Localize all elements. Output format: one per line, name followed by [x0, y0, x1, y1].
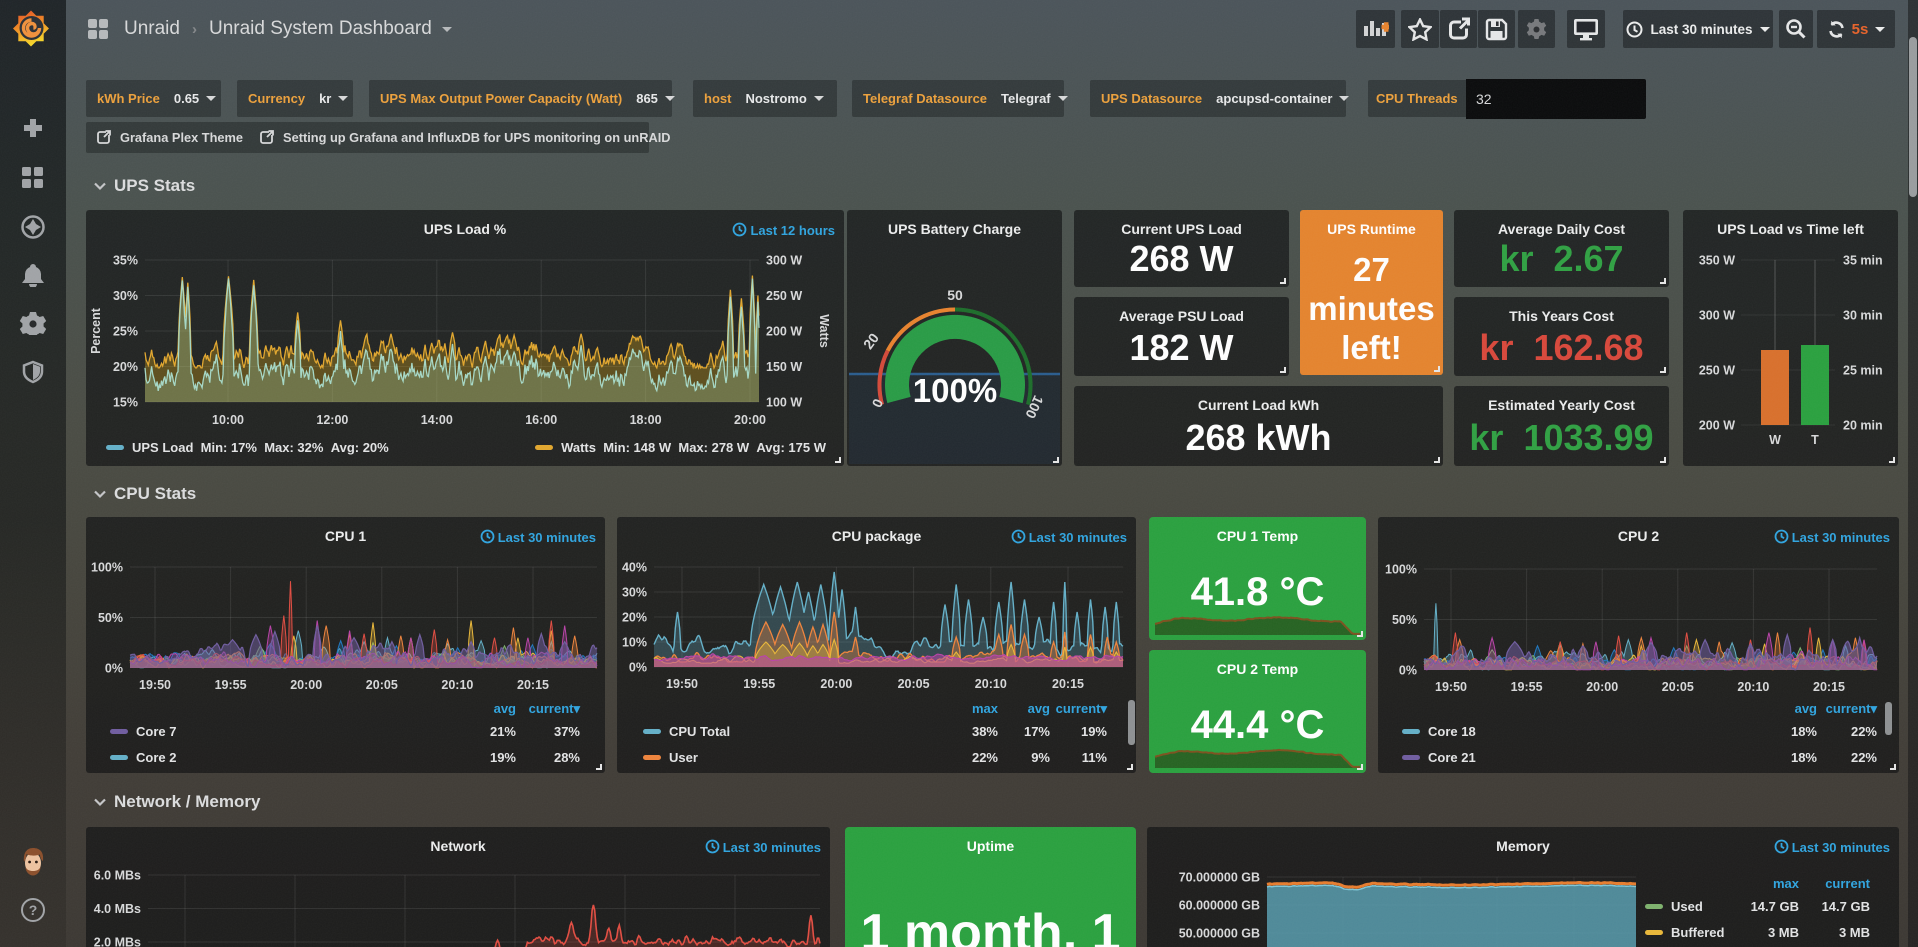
svg-text:20: 20: [860, 330, 882, 352]
svg-text:20:15: 20:15: [1813, 680, 1845, 694]
svg-text:30%: 30%: [113, 289, 138, 303]
svg-text:250 W: 250 W: [1699, 364, 1735, 378]
svg-text:W: W: [1769, 433, 1781, 447]
svg-text:50: 50: [947, 287, 963, 303]
svg-text:25%: 25%: [113, 325, 138, 339]
svg-text:20:05: 20:05: [898, 677, 930, 691]
svg-text:20:00: 20:00: [734, 413, 766, 427]
svg-text:10:00: 10:00: [212, 413, 244, 427]
svg-text:50%: 50%: [1392, 613, 1417, 627]
svg-text:200 W: 200 W: [766, 325, 802, 339]
svg-text:200 W: 200 W: [1699, 419, 1735, 433]
svg-text:300 W: 300 W: [1699, 309, 1735, 323]
svg-text:19:50: 19:50: [139, 678, 171, 692]
svg-text:18:00: 18:00: [630, 413, 662, 427]
svg-text:20%: 20%: [113, 360, 138, 374]
svg-text:20:15: 20:15: [517, 678, 549, 692]
svg-text:19:55: 19:55: [743, 677, 775, 691]
svg-text:19:55: 19:55: [1511, 680, 1543, 694]
svg-text:30%: 30%: [622, 586, 647, 600]
svg-text:20 min: 20 min: [1843, 419, 1883, 433]
svg-text:Watts: Watts: [817, 314, 831, 348]
svg-text:20:00: 20:00: [290, 678, 322, 692]
svg-text:250 W: 250 W: [766, 289, 802, 303]
svg-text:30 min: 30 min: [1843, 309, 1883, 323]
svg-text:0%: 0%: [1399, 664, 1417, 678]
svg-text:20:10: 20:10: [441, 678, 473, 692]
svg-text:14:00: 14:00: [421, 413, 453, 427]
svg-text:35 min: 35 min: [1843, 254, 1883, 268]
svg-text:0%: 0%: [105, 662, 123, 676]
svg-text:19:55: 19:55: [215, 678, 247, 692]
svg-text:T: T: [1811, 433, 1819, 447]
svg-text:20%: 20%: [622, 611, 647, 625]
svg-text:19:50: 19:50: [1435, 680, 1467, 694]
svg-text:20:10: 20:10: [975, 677, 1007, 691]
svg-text:150 W: 150 W: [766, 360, 802, 374]
svg-text:10%: 10%: [622, 636, 647, 650]
svg-text:0%: 0%: [629, 661, 647, 675]
svg-text:25 min: 25 min: [1843, 364, 1883, 378]
svg-text:20:10: 20:10: [1737, 680, 1769, 694]
svg-text:15%: 15%: [113, 396, 138, 410]
svg-text:20:00: 20:00: [820, 677, 852, 691]
svg-text:100%: 100%: [91, 561, 123, 575]
svg-text:4.0 MBs: 4.0 MBs: [94, 902, 141, 916]
svg-text:20:15: 20:15: [1052, 677, 1084, 691]
svg-text:50%: 50%: [98, 611, 123, 625]
svg-text:100%: 100%: [913, 372, 997, 409]
svg-text:350 W: 350 W: [1699, 254, 1735, 268]
svg-text:40%: 40%: [622, 561, 647, 575]
svg-text:Percent: Percent: [89, 307, 103, 354]
svg-text:20:00: 20:00: [1586, 680, 1618, 694]
svg-text:?: ?: [29, 902, 38, 918]
svg-text:20:05: 20:05: [1662, 680, 1694, 694]
svg-text:300 W: 300 W: [766, 254, 802, 268]
svg-text:19:50: 19:50: [666, 677, 698, 691]
svg-text:20:05: 20:05: [366, 678, 398, 692]
svg-text:16:00: 16:00: [525, 413, 557, 427]
svg-text:12:00: 12:00: [316, 413, 348, 427]
svg-text:100 W: 100 W: [766, 396, 802, 410]
svg-text:35%: 35%: [113, 254, 138, 268]
svg-text:100%: 100%: [1385, 563, 1417, 577]
svg-text:2.0 MBs: 2.0 MBs: [94, 936, 141, 947]
svg-text:6.0 MBs: 6.0 MBs: [94, 869, 141, 883]
